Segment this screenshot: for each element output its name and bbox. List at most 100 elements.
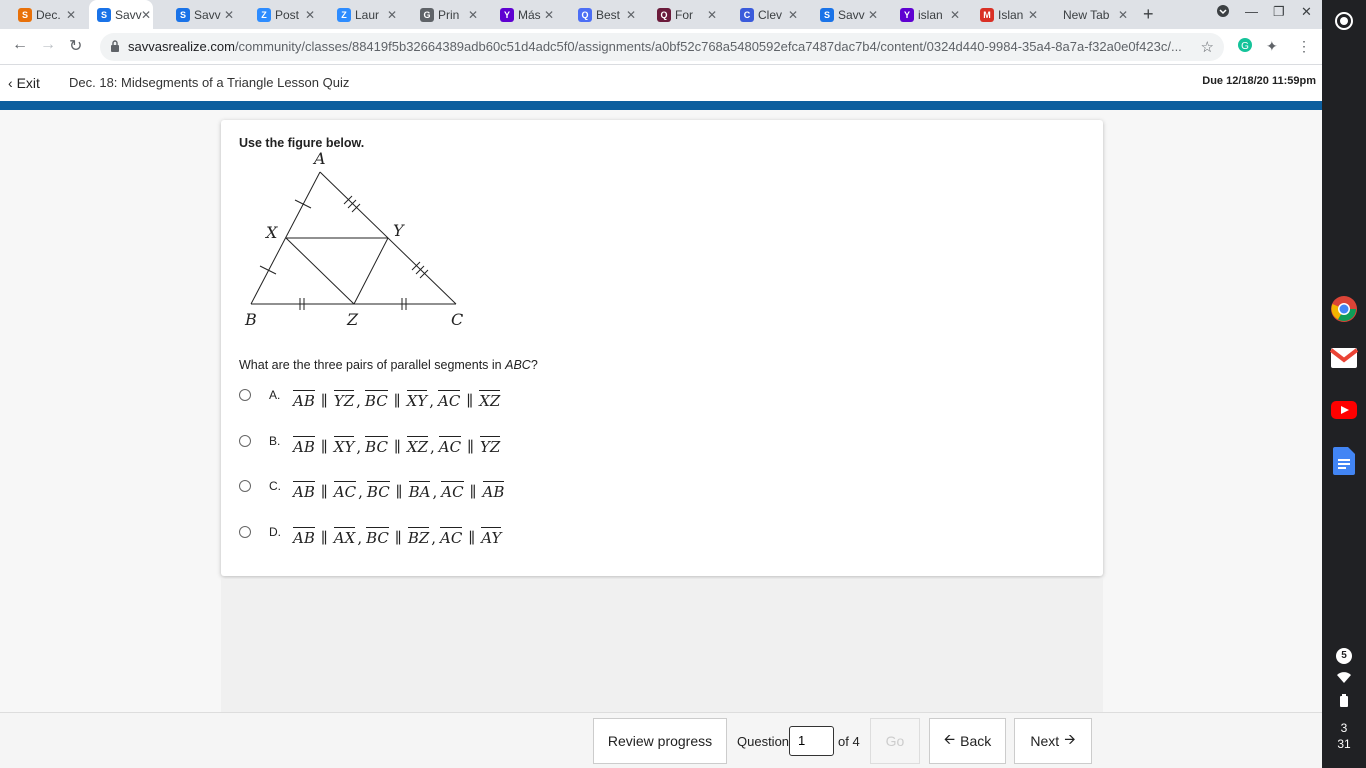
minimize-icon[interactable]: — bbox=[1245, 4, 1258, 19]
tab-close-icon[interactable]: ✕ bbox=[141, 8, 151, 22]
radio-button[interactable] bbox=[239, 435, 251, 447]
answer-choice[interactable]: D. AB ∥ AX, BC ∥ BZ, AC ∥ AY bbox=[239, 522, 739, 552]
header-accent-bar bbox=[0, 101, 1322, 110]
comma-separator: , bbox=[431, 529, 437, 547]
browser-tab[interactable]: Z Laur ✕ bbox=[337, 0, 399, 29]
question-number-input[interactable]: 1 bbox=[789, 726, 834, 756]
answer-choice[interactable]: B. AB ∥ XY, BC ∥ XZ, AC ∥ YZ bbox=[239, 431, 739, 461]
tab-close-icon[interactable]: ✕ bbox=[66, 8, 76, 22]
tab-label: New Tab bbox=[1063, 7, 1110, 22]
tab-close-icon[interactable]: ✕ bbox=[305, 8, 315, 22]
segment-name: XZ bbox=[406, 436, 428, 456]
chrome-app-icon[interactable] bbox=[1329, 294, 1359, 324]
browser-tab[interactable]: S Savv ✕ bbox=[820, 0, 880, 29]
clock-hour[interactable]: 3 bbox=[1322, 721, 1366, 735]
parallel-symbol: ∥ bbox=[467, 438, 475, 456]
tab-search-icon[interactable] bbox=[1216, 4, 1230, 21]
tab-close-icon[interactable]: ✕ bbox=[868, 8, 878, 22]
answer-choice[interactable]: C. AB ∥ AC, BC ∥ BA, AC ∥ AB bbox=[239, 476, 739, 506]
chrome-menu-icon[interactable]: ⋮ bbox=[1297, 38, 1311, 55]
quiz-footer: Review progress Question 1 of 4 Go 🡨 Back… bbox=[0, 712, 1322, 768]
parallel-symbol: ∥ bbox=[468, 529, 476, 547]
docs-app-icon[interactable] bbox=[1329, 446, 1359, 476]
parallel-symbol: ∥ bbox=[320, 529, 328, 547]
back-button[interactable]: 🡨 Back bbox=[929, 718, 1006, 764]
new-tab-button[interactable]: + bbox=[1143, 4, 1154, 25]
tab-label: Clev bbox=[758, 7, 783, 22]
comma-separator: , bbox=[429, 392, 434, 410]
forward-arrow-icon[interactable]: → bbox=[40, 36, 56, 54]
below-card-area bbox=[221, 579, 1103, 719]
segment-name: AC bbox=[441, 481, 464, 501]
browser-tab[interactable]: Q For ✕ bbox=[657, 0, 719, 29]
tab-strip: + — ❐ ✕ S Dec. ✕ S Savv ✕ S Savv ✕ Z Post ✕ Z Laur ✕ G P… bbox=[0, 0, 1322, 29]
instruction-text: Use the figure below. bbox=[239, 136, 365, 150]
segment-name: YZ bbox=[480, 436, 501, 456]
review-progress-button[interactable]: Review progress bbox=[593, 718, 727, 764]
tab-close-icon[interactable]: ✕ bbox=[544, 8, 554, 22]
parallel-symbol: ∥ bbox=[320, 392, 328, 410]
browser-tab[interactable]: G Prin ✕ bbox=[420, 0, 480, 29]
browser-tab[interactable]: S Savv ✕ bbox=[176, 0, 236, 29]
reload-icon[interactable]: ↻ bbox=[69, 36, 82, 56]
browser-tab[interactable]: New Tab ✕ bbox=[1060, 0, 1130, 29]
vertex-label-c: C bbox=[451, 310, 463, 326]
browser-tab[interactable]: Z Post ✕ bbox=[257, 0, 317, 29]
radio-button[interactable] bbox=[239, 480, 251, 492]
browser-tab[interactable]: Q Best ✕ bbox=[578, 0, 638, 29]
tab-favicon-icon: M bbox=[980, 8, 994, 22]
youtube-app-icon[interactable] bbox=[1329, 395, 1359, 425]
next-button[interactable]: Next 🡪 bbox=[1014, 718, 1092, 764]
back-arrow-icon[interactable]: ← bbox=[12, 36, 28, 54]
exit-button[interactable]: ‹ Exit bbox=[8, 75, 40, 91]
browser-tab[interactable]: C Clev ✕ bbox=[740, 0, 800, 29]
browser-tab[interactable]: M Islan ✕ bbox=[980, 0, 1040, 29]
segment-name: AC bbox=[438, 390, 461, 410]
bookmark-star-icon[interactable]: ☆ bbox=[1201, 38, 1214, 56]
segment-name: AY bbox=[481, 527, 502, 547]
tab-close-icon[interactable]: ✕ bbox=[788, 8, 798, 22]
segment-name: AC bbox=[438, 436, 462, 456]
segment-name: XY bbox=[406, 390, 428, 410]
tab-favicon-icon: S bbox=[176, 8, 190, 22]
tab-close-icon[interactable]: ✕ bbox=[707, 8, 717, 22]
tab-close-icon[interactable]: ✕ bbox=[950, 8, 960, 22]
grammarly-icon[interactable]: G bbox=[1238, 38, 1252, 55]
browser-tab[interactable]: S Dec. ✕ bbox=[18, 0, 78, 29]
clock-minute[interactable]: 31 bbox=[1322, 737, 1366, 751]
vertex-label-a: A bbox=[312, 150, 326, 168]
answer-choice[interactable]: A. AB ∥ YZ, BC ∥ XY, AC ∥ XZ bbox=[239, 385, 739, 415]
browser-tab[interactable]: S Savv ✕ bbox=[89, 0, 153, 29]
tab-close-icon[interactable]: ✕ bbox=[387, 8, 397, 22]
comma-separator: , bbox=[357, 529, 363, 547]
restore-icon[interactable]: ❐ bbox=[1273, 4, 1285, 20]
gmail-app-icon[interactable] bbox=[1329, 343, 1359, 373]
vertex-label-z: Z bbox=[346, 310, 359, 326]
go-button[interactable]: Go bbox=[870, 718, 920, 764]
extensions-puzzle-icon[interactable]: ✦ bbox=[1266, 38, 1278, 55]
tab-close-icon[interactable]: ✕ bbox=[1028, 8, 1038, 22]
choice-letter: D. bbox=[269, 525, 281, 539]
choice-expression: AB ∥ AC, BC ∥ BA, AC ∥ AB bbox=[291, 481, 506, 501]
segment-name: AB bbox=[293, 481, 315, 501]
vertex-label-x: X bbox=[264, 223, 278, 242]
tab-close-icon[interactable]: ✕ bbox=[468, 8, 478, 22]
parallel-symbol: ∥ bbox=[466, 392, 474, 410]
battery-icon[interactable] bbox=[1329, 685, 1359, 715]
browser-tab[interactable]: Y Más ✕ bbox=[500, 0, 556, 29]
parallel-symbol: ∥ bbox=[320, 438, 328, 456]
choice-letter: C. bbox=[269, 479, 281, 493]
tab-label: Dec. bbox=[36, 7, 61, 22]
address-bar[interactable]: savvasrealize.com/community/classes/8841… bbox=[100, 33, 1224, 61]
tab-close-icon[interactable]: ✕ bbox=[626, 8, 636, 22]
launcher-icon[interactable] bbox=[1329, 6, 1359, 36]
tab-close-icon[interactable]: ✕ bbox=[1118, 8, 1128, 22]
browser-tab[interactable]: Yislan ✕ bbox=[900, 0, 962, 29]
choice-letter: A. bbox=[269, 388, 281, 402]
close-window-icon[interactable]: ✕ bbox=[1301, 4, 1312, 20]
segment-xz bbox=[285, 237, 355, 305]
radio-button[interactable] bbox=[239, 526, 251, 538]
tab-close-icon[interactable]: ✕ bbox=[224, 8, 234, 22]
segment-name: AB bbox=[482, 481, 505, 501]
radio-button[interactable] bbox=[239, 389, 251, 401]
